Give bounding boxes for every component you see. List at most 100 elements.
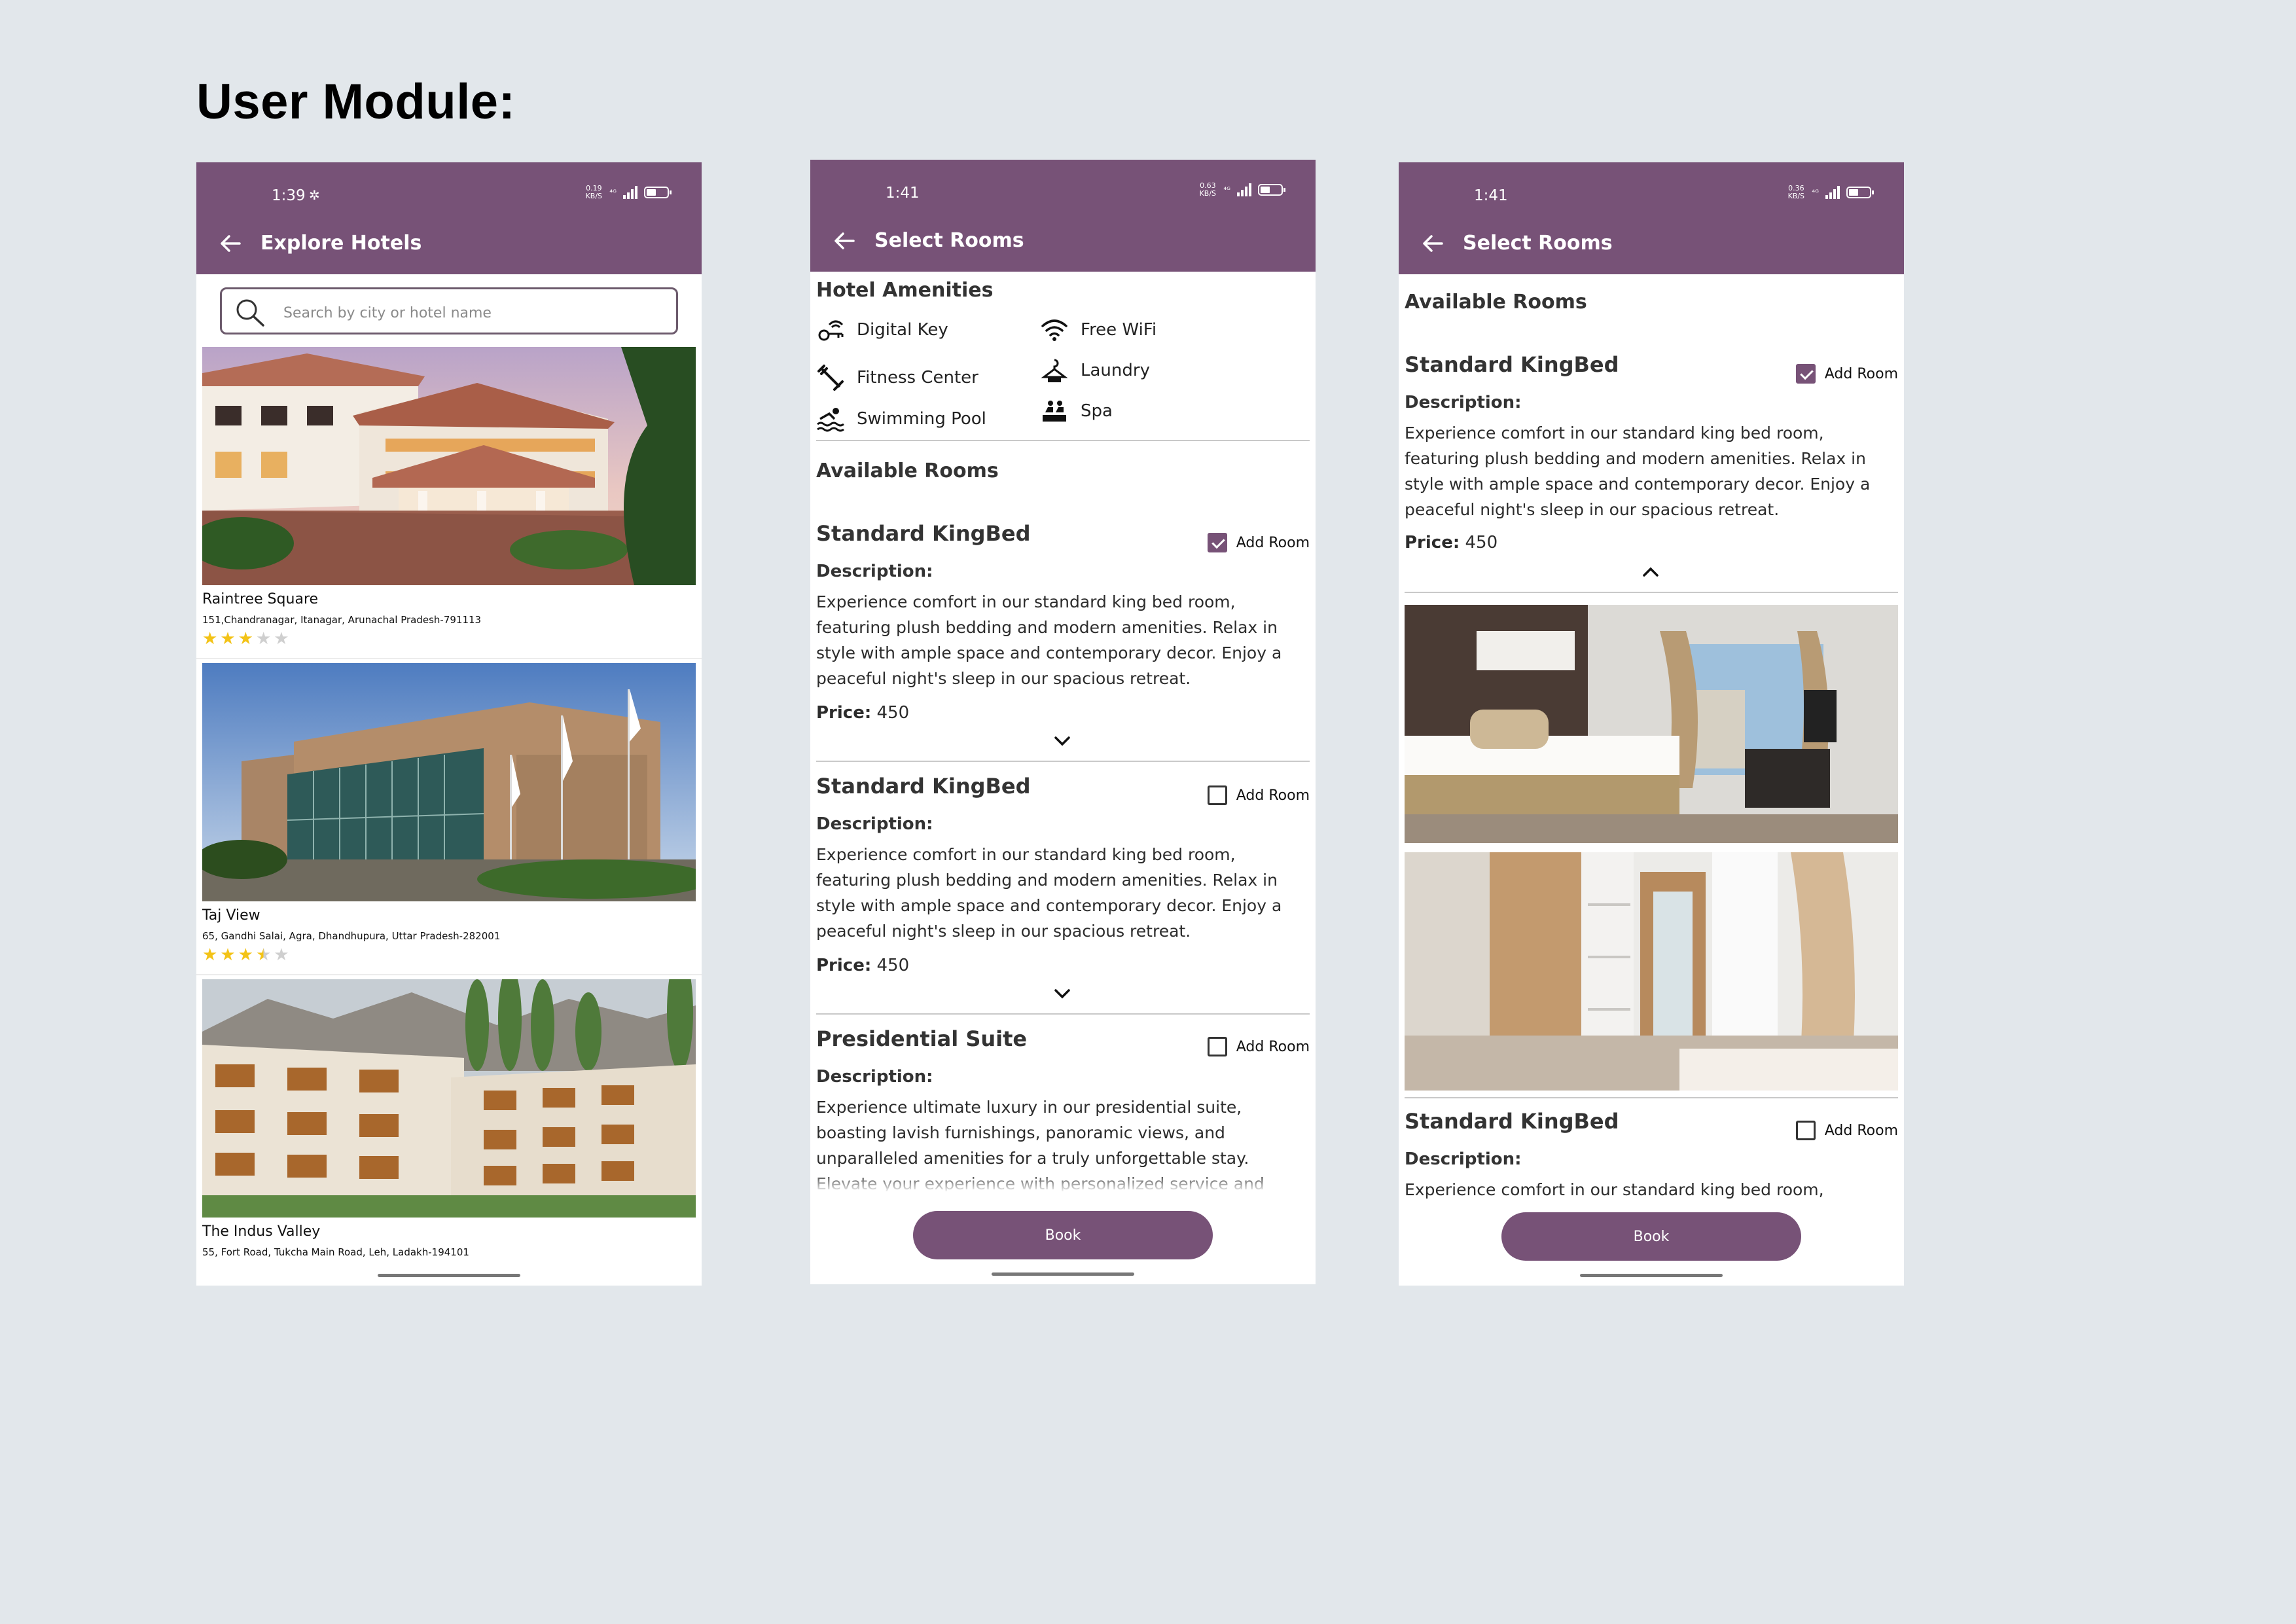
description-label: Description: — [1405, 393, 1522, 412]
chevron-up-icon[interactable] — [1639, 564, 1662, 580]
amenities-title: Hotel Amenities — [816, 279, 994, 302]
book-button[interactable]: Book — [913, 1211, 1213, 1259]
screen-title: Explore Hotels — [260, 232, 422, 255]
divider — [1405, 1097, 1898, 1098]
laundry-icon — [1041, 359, 1068, 382]
price-value: 450 — [876, 956, 910, 975]
hotel-address: 55, Fort Road, Tukcha Main Road, Leh, La… — [202, 1246, 469, 1258]
star-icon: ★ — [255, 629, 272, 649]
signal-icon — [623, 186, 637, 199]
add-room-toggle[interactable]: Add Room — [1207, 533, 1310, 552]
amenity-item: Digital Key — [816, 316, 948, 344]
star-icon: ★ — [238, 945, 253, 965]
select-rooms-expanded-screen: 1:41 0.36 KB/S ⁴ᴳ Select Rooms Available… — [1399, 162, 1904, 1286]
add-room-label: Add Room — [1236, 534, 1310, 551]
star-half-icon: ★ — [255, 945, 272, 965]
hotel-photo — [202, 347, 696, 585]
lte-icon: ⁴ᴳ — [1812, 188, 1819, 197]
hotel-card[interactable]: The Indus Valley 55, Fort Road, Tukcha M… — [196, 979, 702, 1286]
home-indicator — [992, 1272, 1134, 1276]
amenity-item: Spa — [1040, 397, 1113, 425]
checkbox-unchecked[interactable] — [1795, 1121, 1816, 1140]
checkbox-checked[interactable] — [1207, 533, 1227, 552]
amenity-label: Fitness Center — [857, 368, 978, 388]
room-name: Presidential Suite — [816, 1026, 1028, 1051]
signal-icon — [1237, 183, 1251, 196]
search-icon — [236, 299, 264, 327]
app-bar: 1:39 ✲ 0.19 KB/S ⁴ᴳ Explore Hotels — [196, 162, 702, 274]
price-label: Price: — [816, 703, 872, 723]
app-bar: 1:41 0.63 KB/S ⁴ᴳ Select Rooms — [810, 160, 1316, 272]
lte-icon: ⁴ᴳ — [609, 188, 617, 197]
hotel-name: The Indus Valley — [202, 1223, 321, 1240]
settings-gear-icon: ✲ — [309, 187, 320, 203]
network-speed: 0.63 KB/S — [1199, 181, 1217, 198]
checkbox-unchecked[interactable] — [1207, 1037, 1227, 1056]
checkbox-checked[interactable] — [1795, 364, 1816, 384]
add-room-label: Add Room — [1236, 787, 1310, 804]
search-bar[interactable] — [220, 287, 678, 334]
add-room-toggle[interactable]: Add Room — [1795, 364, 1898, 384]
description-label: Description: — [816, 1067, 933, 1087]
hotel-name: Taj View — [202, 907, 260, 924]
network-speed: 0.36 KB/S — [1787, 184, 1805, 200]
hotel-card[interactable]: Taj View 65, Gandhi Salai, Agra, Dhandhu… — [196, 663, 702, 975]
description-label: Description: — [816, 562, 933, 581]
battery-icon — [644, 187, 672, 198]
star-icon: ★ — [274, 945, 289, 965]
hotel-address: 65, Gandhi Salai, Agra, Dhandhupura, Utt… — [202, 930, 501, 942]
back-arrow-icon[interactable] — [831, 228, 857, 254]
app-bar: 1:41 0.36 KB/S ⁴ᴳ Select Rooms — [1399, 162, 1904, 274]
divider — [816, 761, 1310, 762]
back-arrow-icon[interactable] — [217, 230, 243, 257]
status-icons: 0.19 KB/S ⁴ᴳ — [584, 185, 672, 200]
room-description: Experience comfort in our standard king … — [816, 845, 1282, 941]
hotel-photo — [202, 979, 696, 1218]
chevron-down-icon[interactable] — [1050, 733, 1074, 749]
price-value: 450 — [1465, 533, 1498, 552]
book-button[interactable]: Book — [1501, 1212, 1801, 1261]
amenity-label: Laundry — [1081, 361, 1150, 380]
checkbox-unchecked[interactable] — [1207, 785, 1227, 805]
hotel-card[interactable]: Raintree Square 151,Chandranagar, Itanag… — [196, 347, 702, 659]
screen-title: Select Rooms — [1463, 232, 1613, 255]
back-arrow-icon[interactable] — [1420, 230, 1446, 257]
room-photo — [1405, 852, 1898, 1091]
add-room-toggle[interactable]: Add Room — [1207, 1037, 1310, 1056]
room-description: Experience comfort in our standard king … — [816, 592, 1282, 688]
amenity-label: Digital Key — [857, 320, 948, 340]
add-room-toggle[interactable]: Add Room — [1207, 785, 1310, 805]
hotel-address: 151,Chandranagar, Itanagar, Arunachal Pr… — [202, 614, 482, 626]
room-name: Standard KingBed — [1405, 1109, 1619, 1134]
amenity-label: Swimming Pool — [857, 409, 986, 429]
star-rating: ★ ★ ★ ★ ★ — [202, 630, 289, 647]
description-label: Description: — [1405, 1149, 1522, 1169]
pool-icon — [817, 408, 844, 432]
room-price: Price: 450 — [816, 956, 909, 975]
scroll-fade — [810, 1173, 1316, 1193]
room-name: Standard KingBed — [1405, 352, 1619, 377]
search-input[interactable] — [282, 301, 664, 325]
divider — [816, 1013, 1310, 1015]
status-time: 1:39 — [272, 187, 306, 204]
home-indicator — [1580, 1274, 1723, 1277]
amenity-label: Spa — [1081, 401, 1113, 421]
status-time: 1:41 — [886, 185, 920, 202]
explore-hotels-screen: 1:39 ✲ 0.19 KB/S ⁴ᴳ Explore Hotels Searc… — [196, 162, 702, 1286]
star-icon: ★ — [202, 945, 218, 965]
star-rating: ★ ★ ★ ★ ★ — [202, 947, 289, 964]
add-room-label: Add Room — [1824, 365, 1898, 382]
room-name: Standard KingBed — [816, 521, 1031, 546]
amenity-item: Laundry — [1040, 356, 1150, 385]
chevron-down-icon[interactable] — [1050, 986, 1074, 1001]
available-rooms-title: Available Rooms — [816, 460, 999, 482]
amenity-item: Free WiFi — [1040, 316, 1157, 344]
add-room-toggle[interactable]: Add Room — [1795, 1121, 1898, 1140]
battery-icon — [1846, 187, 1874, 198]
lte-icon: ⁴ᴳ — [1223, 185, 1230, 194]
amenity-label: Free WiFi — [1081, 320, 1157, 340]
status-icons: 0.63 KB/S ⁴ᴳ — [1198, 181, 1285, 198]
available-rooms-title: Available Rooms — [1405, 291, 1587, 314]
star-icon: ★ — [220, 629, 236, 649]
hotel-name: Raintree Square — [202, 591, 319, 607]
